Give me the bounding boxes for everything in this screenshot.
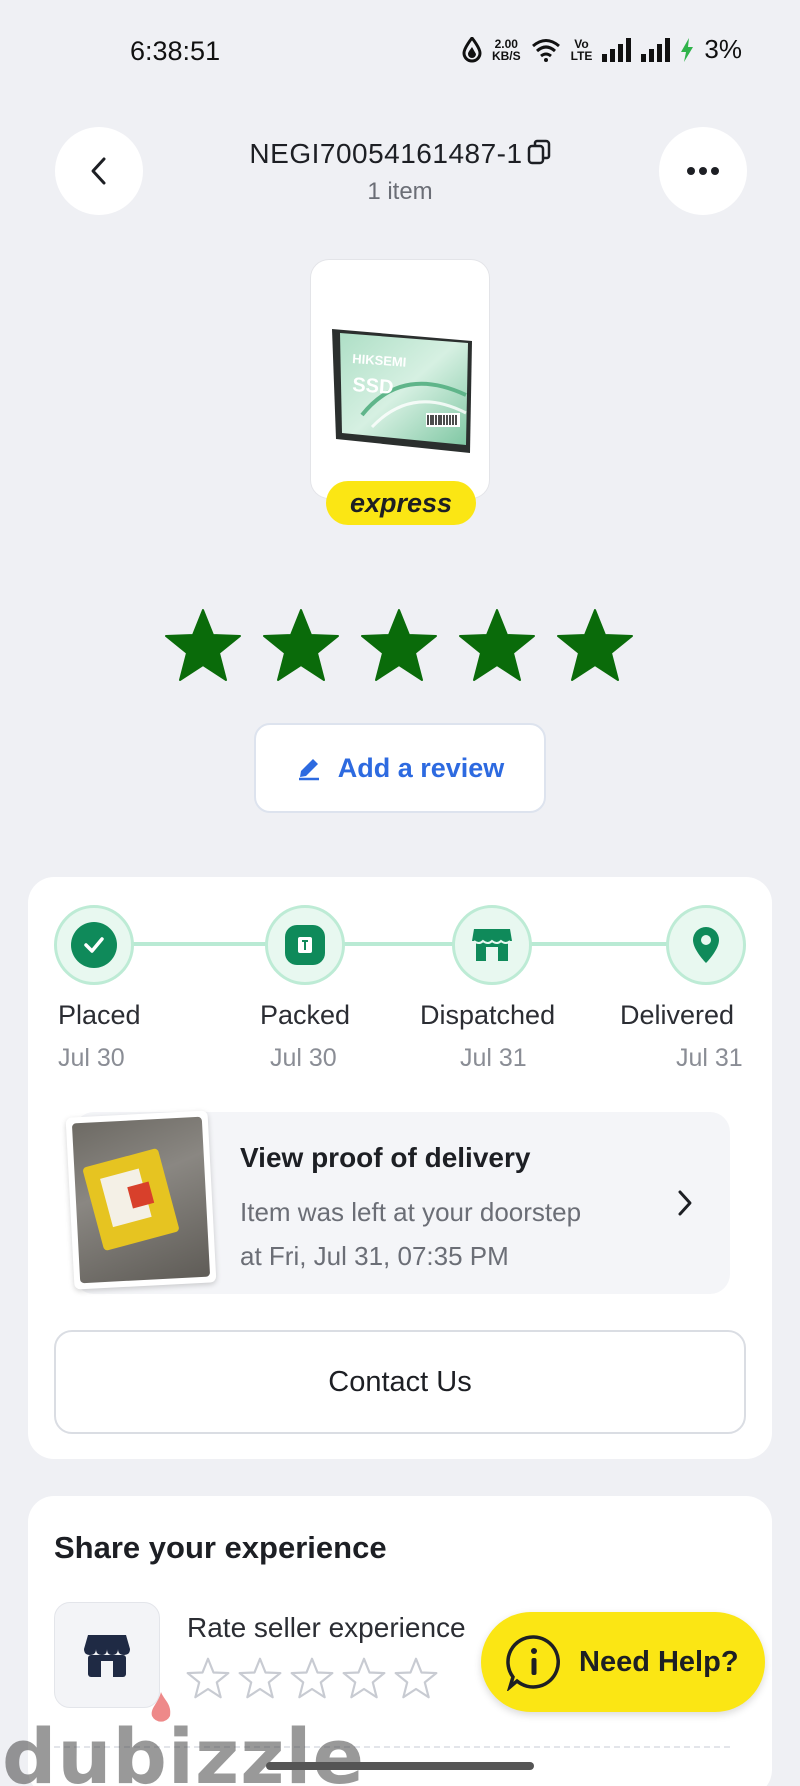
add-review-button[interactable]: Add a review: [254, 723, 546, 813]
star-outline-icon[interactable]: [186, 1656, 230, 1700]
rating-stars[interactable]: [163, 606, 635, 684]
pencil-icon: [298, 759, 319, 781]
star-outline-icon[interactable]: [342, 1656, 386, 1700]
star-icon[interactable]: [457, 606, 537, 684]
proof-line-1: Item was left at your doorstep: [240, 1197, 582, 1227]
star-icon[interactable]: [359, 606, 439, 684]
step-delivered-label: Delivered: [620, 1000, 735, 1030]
network-speed: 2.00 KB/S: [492, 38, 521, 62]
checkmark-icon: [84, 937, 104, 953]
more-dots-icon: [687, 167, 719, 175]
tracking-progress-line: [120, 942, 680, 946]
home-indicator[interactable]: [266, 1762, 534, 1770]
share-title: Share your experience: [54, 1530, 387, 1565]
step-packed-label: Packed: [260, 1000, 351, 1030]
status-time: 6:38:51: [130, 36, 221, 66]
battery-percent: 3%: [704, 34, 742, 64]
delivery-photo-thumbnail[interactable]: [65, 1110, 217, 1290]
volte-bottom: LTE: [570, 48, 593, 63]
step-packed-indicator: [265, 905, 345, 985]
star-icon[interactable]: [163, 606, 243, 684]
star-icon[interactable]: [555, 606, 635, 684]
star-outline-icon[interactable]: [238, 1656, 282, 1700]
copy-icon[interactable]: [527, 139, 551, 172]
chevron-right-icon[interactable]: [676, 1188, 694, 1218]
seller-store-icon: [84, 1635, 130, 1677]
proof-title: View proof of delivery: [240, 1142, 531, 1173]
flame-icon: [151, 1692, 171, 1722]
network-speed-value: 2.00: [494, 36, 518, 51]
signal-icon-1: [602, 37, 632, 62]
more-options-button[interactable]: [659, 127, 747, 215]
step-placed-label: Placed: [58, 1000, 141, 1030]
info-chat-icon: [506, 1635, 560, 1691]
proof-subtitle: Item was left at your doorstep at Fri, J…: [240, 1190, 640, 1278]
location-pin-icon: [693, 927, 719, 963]
order-id-text: NEGI70054161487-1: [249, 138, 523, 169]
store-icon: [472, 929, 512, 961]
seller-store-icon-box: [54, 1602, 160, 1708]
star-outline-icon[interactable]: [394, 1656, 438, 1700]
dubizzle-watermark: dubizzle: [2, 1712, 366, 1786]
step-delivered-indicator: [666, 905, 746, 985]
add-review-label: Add a review: [337, 752, 505, 783]
status-bar: 6:38:51 2.00 KB/S Vo LTE 3%: [0, 0, 800, 100]
express-badge: express: [326, 481, 476, 525]
signal-icon-2: [641, 37, 671, 62]
need-help-label: Need Help?: [579, 1645, 739, 1678]
proof-line-2: at Fri, Jul 31, 07:35 PM: [240, 1241, 509, 1271]
network-speed-unit: KB/S: [491, 48, 521, 63]
product-model: SSD: [352, 374, 395, 399]
contact-us-button[interactable]: Contact Us: [54, 1330, 746, 1434]
ssd-product-image: HIKSEMI SSD: [332, 329, 472, 453]
need-help-button[interactable]: Need Help?: [481, 1612, 765, 1712]
rate-seller-label: Rate seller experience: [187, 1612, 466, 1643]
star-icon[interactable]: [261, 606, 341, 684]
step-dispatched-label: Dispatched: [420, 1000, 556, 1030]
step-placed-indicator: [54, 905, 134, 985]
step-placed-date: Jul 30: [58, 1044, 125, 1072]
seller-rating-stars[interactable]: [186, 1656, 438, 1700]
step-dispatched-indicator: [452, 905, 532, 985]
package-icon: [298, 937, 312, 953]
step-packed-date: Jul 30: [270, 1044, 337, 1072]
charging-icon: [681, 37, 694, 62]
product-image-card[interactable]: HIKSEMI SSD: [311, 260, 489, 498]
volte-top: Vo: [574, 36, 589, 51]
step-delivered-date: Jul 31: [676, 1044, 743, 1072]
status-icons: 2.00 KB/S Vo LTE 3%: [462, 34, 742, 65]
star-outline-icon[interactable]: [290, 1656, 334, 1700]
data-saver-icon: [462, 36, 482, 62]
volte-indicator: Vo LTE: [571, 38, 593, 62]
wifi-icon: [531, 38, 560, 62]
step-dispatched-date: Jul 31: [460, 1044, 527, 1072]
